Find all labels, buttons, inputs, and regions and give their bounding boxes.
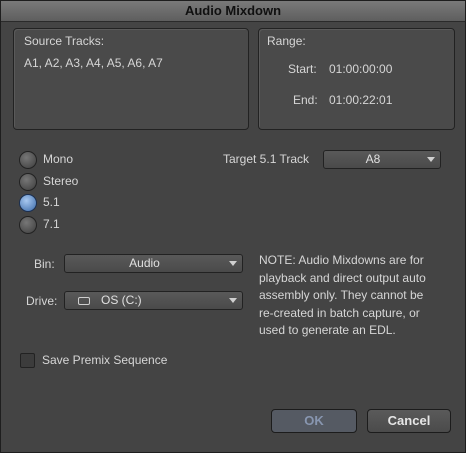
drive-dropdown[interactable]: OS (C:) xyxy=(64,291,243,310)
radio-mono[interactable] xyxy=(19,151,37,169)
cancel-button[interactable]: Cancel xyxy=(367,409,451,433)
radio-stereo[interactable] xyxy=(19,173,37,191)
audio-mixdown-dialog: Audio Mixdown Source Tracks: A1, A2, A3,… xyxy=(0,0,466,453)
note-text: NOTE: Audio Mixdowns are for playback an… xyxy=(259,252,426,340)
range-label: Range: xyxy=(267,34,306,48)
source-tracks-label: Source Tracks: xyxy=(24,34,105,48)
save-premix-label[interactable]: Save Premix Sequence xyxy=(42,353,167,367)
start-timecode: 01:00:00:00 xyxy=(329,62,393,76)
bin-dropdown[interactable]: Audio xyxy=(64,254,243,273)
source-tracks-panel: Source Tracks: A1, A2, A3, A4, A5, A6, A… xyxy=(13,28,249,130)
target-track-label: Target 5.1 Track xyxy=(223,152,310,166)
radio-5-1-label[interactable]: 5.1 xyxy=(43,195,60,209)
radio-5-1[interactable] xyxy=(19,194,37,212)
dialog-title: Audio Mixdown xyxy=(1,1,465,22)
radio-7-1[interactable] xyxy=(19,216,37,234)
ok-button[interactable]: OK xyxy=(271,409,357,433)
end-timecode: 01:00:22:01 xyxy=(329,93,393,107)
bin-label: Bin: xyxy=(34,257,55,271)
range-panel: Range: Start: 01:00:00:00 End: 01:00:22:… xyxy=(258,28,455,130)
target-track-dropdown[interactable]: A8 xyxy=(323,150,441,169)
chevron-down-icon xyxy=(427,157,435,162)
note-line: used to generate an EDL. xyxy=(259,323,396,337)
bin-value: Audio xyxy=(129,256,160,270)
chevron-down-icon xyxy=(229,261,237,266)
chevron-down-icon xyxy=(229,298,237,303)
drive-value: OS (C:) xyxy=(101,293,142,307)
start-label: Start: xyxy=(288,62,317,76)
drive-label: Drive: xyxy=(26,294,58,308)
save-premix-checkbox[interactable] xyxy=(20,353,35,368)
note-line: re-created in batch capture, or xyxy=(259,305,420,320)
note-line: NOTE: Audio Mixdowns are for xyxy=(259,253,424,267)
radio-stereo-label[interactable]: Stereo xyxy=(43,174,78,188)
note-line: playback and direct output auto xyxy=(259,270,426,285)
radio-mono-label[interactable]: Mono xyxy=(43,152,73,166)
note-line: assembly only. They cannot be xyxy=(259,288,424,302)
radio-7-1-label[interactable]: 7.1 xyxy=(43,217,60,231)
hard-drive-icon xyxy=(78,297,90,305)
source-tracks-list: A1, A2, A3, A4, A5, A6, A7 xyxy=(24,56,163,70)
target-track-value: A8 xyxy=(365,152,381,166)
end-label: End: xyxy=(293,93,318,107)
